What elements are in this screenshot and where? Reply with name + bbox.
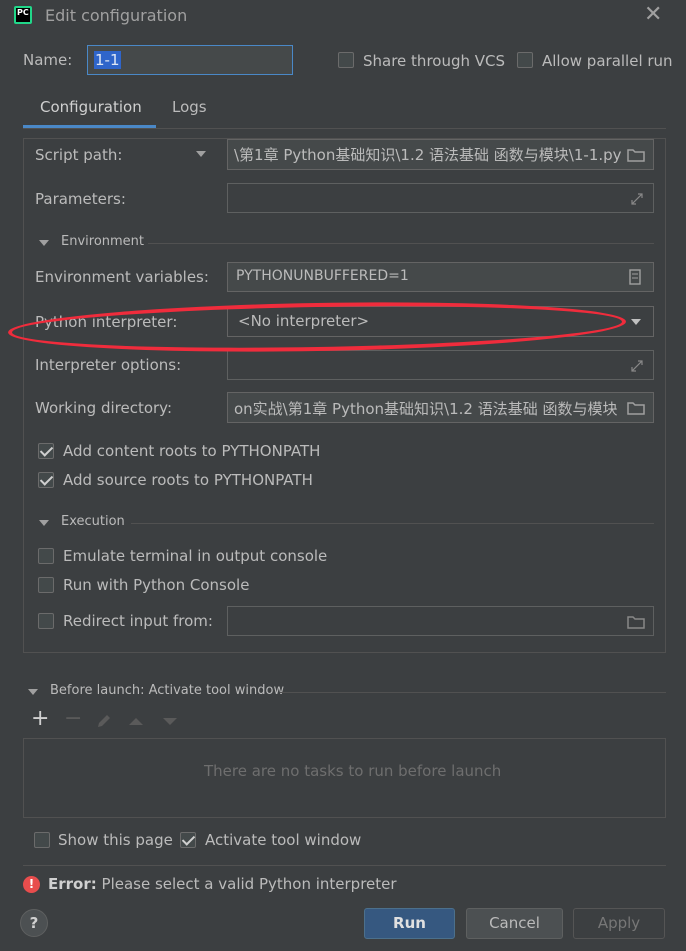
before-launch-task-list: There are no tasks to run before launch [23, 738, 666, 818]
execution-divider [131, 523, 654, 524]
share-vcs-label: Share through VCS [363, 52, 506, 70]
env-vars-input[interactable]: PYTHONUNBUFFERED=1 [227, 262, 654, 292]
source-roots-label: Add source roots to PYTHONPATH [63, 471, 313, 489]
before-launch-title: Before launch: Activate tool window [50, 683, 285, 698]
emulate-terminal-checkbox[interactable] [38, 548, 54, 564]
empty-tasks-text: There are no tasks to run before launch [204, 762, 502, 780]
name-value: 1-1 [94, 51, 121, 69]
browse-folder-icon[interactable] [627, 400, 645, 415]
working-dir-input[interactable]: on实战\第1章 Python基础知识\1.2 语法基础 函数与模块 [227, 392, 654, 423]
bottom-divider [23, 865, 666, 866]
move-down-icon[interactable] [162, 717, 178, 727]
show-page-checkbox[interactable] [34, 832, 50, 848]
chevron-down-icon[interactable] [631, 319, 641, 325]
interpreter-options-input[interactable] [227, 350, 654, 380]
execution-collapse-icon[interactable] [39, 520, 49, 526]
window-title: Edit configuration [45, 6, 188, 25]
source-roots-checkbox[interactable] [38, 472, 54, 488]
content-roots-label: Add content roots to PYTHONPATH [63, 442, 321, 460]
env-vars-label: Environment variables: [35, 268, 209, 286]
redirect-input-field[interactable] [227, 606, 654, 636]
name-label: Name: [23, 51, 73, 69]
script-path-label: Script path: [35, 146, 123, 164]
parallel-run-label: Allow parallel run [542, 52, 673, 70]
apply-button[interactable]: Apply [573, 908, 665, 939]
environment-section-title: Environment [61, 234, 145, 249]
error-icon: ! [23, 876, 40, 893]
parallel-run-checkbox[interactable] [517, 52, 533, 68]
script-type-dropdown-icon[interactable] [196, 151, 206, 157]
python-console-checkbox[interactable] [38, 577, 54, 593]
remove-task-button[interactable]: − [64, 706, 82, 731]
tab-logs[interactable]: Logs [172, 98, 207, 116]
execution-section-title: Execution [61, 514, 125, 529]
redirect-input-label: Redirect input from: [63, 612, 213, 630]
environment-collapse-icon[interactable] [39, 240, 49, 246]
python-console-label: Run with Python Console [63, 576, 250, 594]
title-bar: PC Edit configuration ✕ [0, 0, 686, 32]
activate-tool-window-label: Activate tool window [205, 831, 362, 849]
redirect-input-checkbox[interactable] [38, 613, 54, 629]
show-page-label: Show this page [58, 831, 173, 849]
tab-configuration[interactable]: Configuration [40, 98, 142, 116]
error-text: Please select a valid Python interpreter [96, 875, 397, 893]
pycharm-logo-icon: PC [14, 6, 32, 24]
working-dir-label: Working directory: [35, 399, 173, 417]
emulate-terminal-label: Emulate terminal in output console [63, 547, 328, 565]
parameters-label: Parameters: [35, 190, 126, 208]
parameters-input[interactable] [227, 183, 654, 213]
script-path-value: \第1章 Python基础知识\1.2 语法基础 函数与模块\1-1.py [234, 146, 622, 164]
error-prefix: Error: [48, 875, 97, 893]
help-button[interactable]: ? [20, 909, 48, 937]
script-path-input[interactable]: \第1章 Python基础知识\1.2 语法基础 函数与模块\1-1.py [227, 139, 654, 170]
error-message: Error: Please select a valid Python inte… [48, 875, 397, 893]
browse-folder-icon[interactable] [627, 614, 645, 629]
env-vars-value: PYTHONUNBUFFERED=1 [236, 268, 409, 284]
working-dir-value: on实战\第1章 Python基础知识\1.2 语法基础 函数与模块 [234, 400, 618, 418]
name-input[interactable]: 1-1 [87, 45, 293, 75]
expand-icon[interactable] [630, 359, 644, 373]
tabs-divider [23, 128, 666, 129]
cancel-button[interactable]: Cancel [466, 908, 563, 939]
move-up-icon[interactable] [128, 716, 144, 726]
activate-tool-window-checkbox[interactable] [180, 832, 196, 848]
env-vars-edit-icon[interactable] [628, 268, 642, 286]
interpreter-options-label: Interpreter options: [35, 356, 182, 374]
close-icon[interactable]: ✕ [644, 2, 662, 27]
add-task-button[interactable]: + [31, 706, 49, 731]
browse-folder-icon[interactable] [627, 147, 645, 162]
expand-icon[interactable] [630, 192, 644, 206]
before-launch-divider [280, 692, 666, 693]
content-roots-checkbox[interactable] [38, 443, 54, 459]
before-launch-collapse-icon[interactable] [28, 689, 38, 695]
run-button[interactable]: Run [364, 908, 455, 939]
environment-divider [148, 243, 654, 244]
edit-task-icon[interactable] [96, 713, 112, 729]
share-vcs-checkbox[interactable] [338, 52, 354, 68]
